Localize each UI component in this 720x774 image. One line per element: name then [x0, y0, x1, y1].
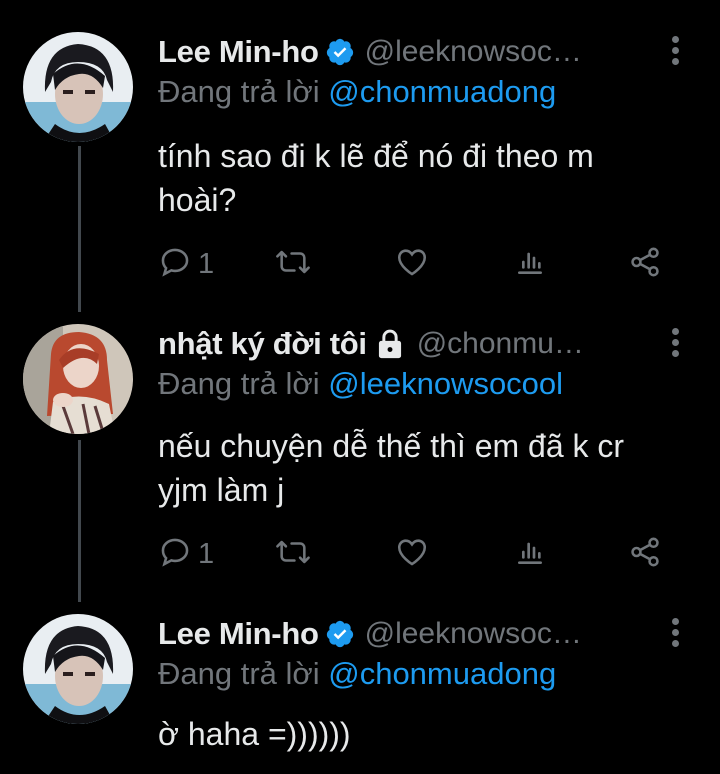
display-name[interactable]: Lee Min-ho: [158, 34, 319, 70]
avatar[interactable]: [23, 324, 133, 434]
views-button[interactable]: [514, 244, 546, 284]
views-icon: [514, 535, 546, 574]
tweet[interactable]: Lee Min-ho @leeknowsoc… Đang trả lời @ch…: [0, 612, 720, 774]
reply-button[interactable]: 1: [158, 534, 214, 574]
views-icon: [514, 245, 546, 284]
like-button[interactable]: [394, 534, 430, 574]
verified-badge-icon: [325, 619, 355, 649]
more-options-icon[interactable]: [670, 36, 680, 68]
like-button[interactable]: [394, 244, 430, 284]
retweet-icon: [274, 245, 312, 284]
lock-icon: [375, 328, 405, 360]
reply-prefix: Đang trả lời: [158, 366, 329, 401]
tweet[interactable]: nhật ký đời tôi @chonmu… Đang trả lời @l…: [0, 322, 720, 592]
user-handle[interactable]: @leeknowsoc…: [365, 35, 700, 69]
user-handle[interactable]: @chonmu…: [417, 327, 700, 361]
retweet-button[interactable]: [274, 534, 312, 574]
reply-context: Đang trả lời @leeknowsocool: [158, 366, 563, 402]
tweet-text: tính sao đi k lẽ để nó đi theo m hoài?: [158, 138, 594, 218]
tweet-actions: 1: [158, 244, 678, 284]
avatar[interactable]: [23, 32, 133, 142]
share-button[interactable]: [628, 244, 662, 284]
reply-context: Đang trả lời @chonmuadong: [158, 656, 556, 692]
more-options-icon[interactable]: [670, 618, 680, 650]
tweet-text: ờ haha =)))))): [158, 716, 351, 752]
reply-context: Đang trả lời @chonmuadong: [158, 74, 556, 110]
share-button[interactable]: [628, 534, 662, 574]
avatar[interactable]: [23, 614, 133, 724]
display-name[interactable]: nhật ký đời tôi: [158, 326, 367, 362]
tweet-header: Lee Min-ho @leeknowsoc…: [158, 30, 700, 74]
reply-to-link[interactable]: @chonmuadong: [328, 74, 556, 109]
like-icon: [394, 245, 430, 284]
reply-to-link[interactable]: @leeknowsocool: [328, 366, 563, 401]
reply-count: 1: [198, 537, 215, 570]
display-name[interactable]: Lee Min-ho: [158, 616, 319, 652]
views-button[interactable]: [514, 534, 546, 574]
reply-count: 1: [198, 247, 215, 280]
retweet-button[interactable]: [274, 244, 312, 284]
reply-prefix: Đang trả lời: [158, 74, 329, 109]
reply-icon: [158, 535, 192, 574]
retweet-icon: [274, 535, 312, 574]
tweet-text: nếu chuyện dễ thế thì em đã k cr yjm làm…: [158, 428, 625, 508]
reply-to-link[interactable]: @chonmuadong: [328, 656, 556, 691]
like-icon: [394, 535, 430, 574]
reply-button[interactable]: 1: [158, 244, 214, 284]
tweet-header: nhật ký đời tôi @chonmu…: [158, 322, 700, 366]
tweet-header: Lee Min-ho @leeknowsoc…: [158, 612, 700, 656]
reply-icon: [158, 245, 192, 284]
reply-prefix: Đang trả lời: [158, 656, 329, 691]
tweet-actions: 1: [158, 534, 678, 574]
more-options-icon[interactable]: [670, 328, 680, 360]
verified-badge-icon: [325, 37, 355, 67]
tweet[interactable]: Lee Min-ho @leeknowsoc… Đang trả lời @ch…: [0, 30, 720, 300]
share-icon: [628, 245, 662, 284]
share-icon: [628, 535, 662, 574]
user-handle[interactable]: @leeknowsoc…: [365, 617, 700, 651]
